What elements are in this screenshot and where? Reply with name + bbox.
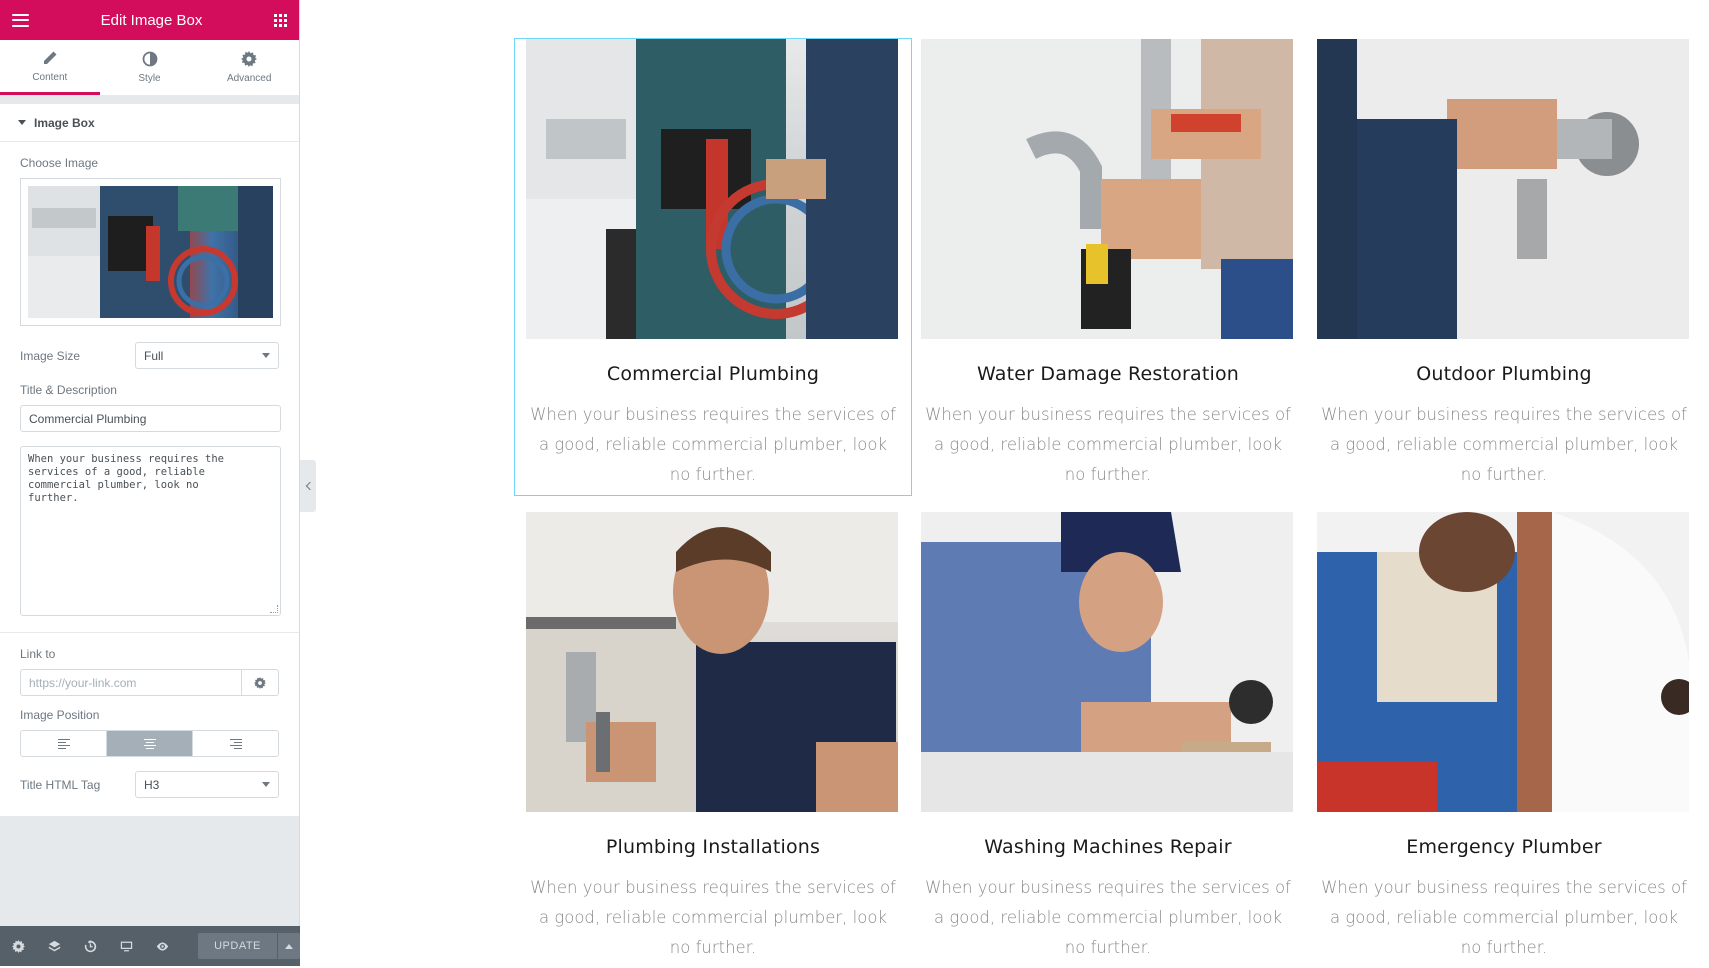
history-icon [84,939,96,952]
link-to-label: Link to [20,647,56,661]
title-tag-value: H3 [144,777,160,792]
eye-icon [156,941,169,951]
divider [0,632,299,633]
save-options-button[interactable] [276,933,300,959]
navigator-button[interactable] [36,926,72,966]
image-chooser[interactable] [20,178,281,326]
description-textarea[interactable]: When your business requires the services… [20,446,281,616]
card-description: When your business requires the services… [530,878,896,957]
card-title: Water Damage Restoration [976,363,1240,385]
card-description: When your business requires the services… [1321,878,1687,957]
dropdown-arrow-icon [262,782,270,787]
position-left-button[interactable] [21,731,107,756]
card-image [921,39,1293,339]
selected-image-thumbnail [28,186,273,318]
position-top-button[interactable] [107,731,193,756]
hamburger-menu-icon[interactable] [12,13,29,27]
title-tag-label: Title HTML Tag [20,777,101,792]
align-left-icon [57,738,70,749]
link-control: https://your-link.com [20,669,279,696]
image-box-card[interactable]: Plumbing Installations When your busines… [515,512,911,968]
caret-up-icon [284,943,293,949]
settings-button[interactable] [0,926,36,966]
position-right-button[interactable] [193,731,278,756]
tab-style[interactable]: Style [100,40,200,95]
card-description: When your business requires the services… [1321,405,1687,484]
align-right-icon [229,738,242,749]
title-description-label: Title & Description [20,383,117,397]
card-title: Outdoor Plumbing [1416,363,1592,385]
tab-content-label: Content [32,71,68,83]
link-input[interactable]: https://your-link.com [20,669,241,696]
update-button[interactable]: UPDATE [198,933,277,959]
image-box-card[interactable]: Emergency Plumber When your business req… [1306,512,1702,968]
history-button[interactable] [72,926,108,966]
image-size-label: Image Size [20,348,81,363]
card-description: When your business requires the services… [530,405,896,484]
collapse-panel-button[interactable] [300,460,316,512]
widgets-grid-icon[interactable] [274,13,287,27]
tab-advanced-label: Advanced [226,73,272,84]
card-description: When your business requires the services… [925,405,1291,484]
description-text: When your business requires the services… [28,453,224,504]
tab-advanced[interactable]: Advanced [199,40,299,95]
card-description: When your business requires the services… [925,878,1291,957]
image-box-card[interactable]: Washing Machines Repair When your busine… [910,512,1306,968]
contrast-icon [142,51,157,67]
responsive-mode-button[interactable] [108,926,144,966]
layers-icon [48,940,60,951]
image-position-choices [20,730,279,757]
card-image [1317,512,1689,812]
card-title: Plumbing Installations [605,836,821,858]
choose-image-label: Choose Image [20,156,99,170]
image-position-label: Image Position [20,708,100,722]
image-size-select[interactable]: Full [135,342,279,369]
panel-tabs: Content Style Advanced [0,40,299,96]
resize-handle-icon[interactable] [270,605,278,613]
link-options-button[interactable] [241,669,279,696]
tab-content[interactable]: Content [0,40,100,95]
card-image [526,512,898,812]
section-toggle[interactable]: Image Box [0,104,299,142]
card-title: Emergency Plumber [1406,836,1602,858]
gear-icon [241,51,258,67]
card-title: Commercial Plumbing [606,363,820,385]
image-box-card[interactable]: Commercial Plumbing When your business r… [514,38,912,496]
chevron-left-icon [305,481,314,491]
desktop-icon [120,941,133,951]
gear-icon [254,676,266,689]
editor-panel: Edit Image Box Content Style Advanced Im… [0,0,300,966]
image-box-card[interactable]: Water Damage Restoration When your busin… [910,39,1306,495]
title-tag-select[interactable]: H3 [135,771,279,798]
panel-footer: UPDATE [0,926,300,966]
card-title: Washing Machines Repair [984,836,1232,858]
image-box-section: Image Box Choose Image Image Size Full T… [0,104,299,816]
card-image [526,39,898,339]
image-size-value: Full [144,348,164,363]
gear-icon [11,939,25,953]
align-top-icon [143,738,156,749]
panel-header: Edit Image Box [0,0,299,40]
card-image [1317,39,1689,339]
title-input[interactable]: Commercial Plumbing [20,405,281,432]
pencil-icon [43,51,57,64]
card-image [921,512,1293,812]
section-title: Image Box [34,115,95,130]
panel-title: Edit Image Box [100,11,203,29]
caret-down-icon [18,120,26,125]
preview-button[interactable] [144,926,180,966]
dropdown-arrow-icon [262,353,270,358]
image-box-card[interactable]: Outdoor Plumbing When your business requ… [1306,39,1702,495]
tab-style-label: Style [138,73,161,84]
